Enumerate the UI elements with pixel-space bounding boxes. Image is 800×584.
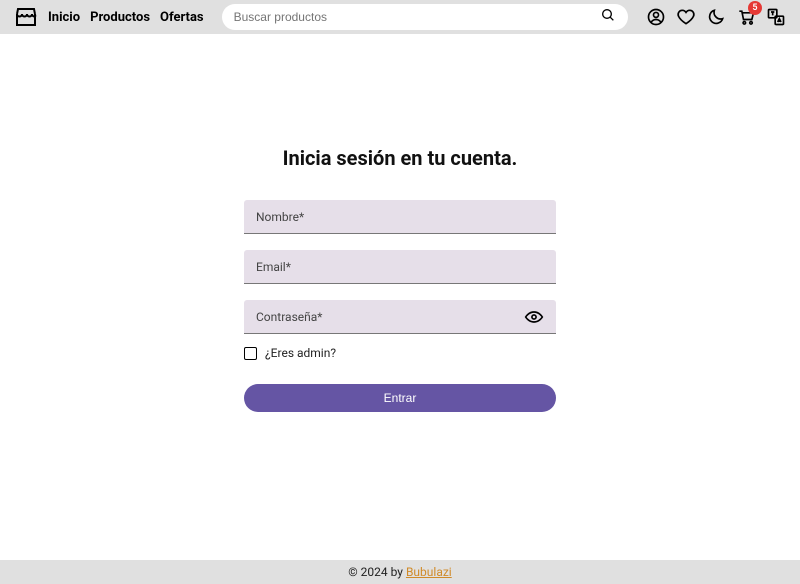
login-title: Inicia sesión en tu cuenta.: [283, 146, 518, 170]
dark-mode-icon[interactable]: [706, 7, 726, 27]
footer-text: © 2024 by Bubulazi: [348, 565, 451, 579]
toggle-password-icon[interactable]: [524, 307, 544, 327]
password-field[interactable]: Contraseña*: [244, 300, 556, 334]
email-field[interactable]: Email*: [244, 250, 556, 284]
nav-item-inicio[interactable]: Inicio: [48, 10, 80, 25]
password-label: Contraseña*: [256, 310, 322, 324]
email-label: Email*: [256, 260, 291, 274]
nav-item-ofertas[interactable]: Ofertas: [160, 10, 204, 25]
admin-checkbox[interactable]: [244, 347, 257, 360]
main-content: Inicia sesión en tu cuenta. Nombre* Emai…: [0, 34, 800, 560]
login-form: Nombre* Email* Contraseña* ¿Eres admin? …: [244, 200, 556, 412]
main-nav: Inicio Productos Ofertas: [48, 10, 204, 25]
favorites-icon[interactable]: [676, 7, 696, 27]
search-icon[interactable]: [600, 7, 616, 27]
submit-button[interactable]: Entrar: [244, 384, 556, 412]
name-field[interactable]: Nombre*: [244, 200, 556, 234]
cart-badge: 5: [748, 1, 762, 15]
header: Inicio Productos Ofertas 5: [0, 0, 800, 34]
header-actions: 5: [646, 7, 786, 27]
admin-check-row: ¿Eres admin?: [244, 346, 556, 360]
search-input[interactable]: [234, 10, 600, 24]
account-icon[interactable]: [646, 7, 666, 27]
name-label: Nombre*: [256, 210, 304, 224]
store-logo[interactable]: [14, 5, 38, 29]
footer-author-link[interactable]: Bubulazi: [406, 565, 452, 579]
admin-label: ¿Eres admin?: [265, 346, 336, 360]
search-bar: [222, 4, 628, 30]
nav-item-productos[interactable]: Productos: [90, 10, 150, 25]
translate-icon[interactable]: [766, 7, 786, 27]
cart-icon[interactable]: 5: [736, 7, 756, 27]
footer: © 2024 by Bubulazi: [0, 560, 800, 584]
